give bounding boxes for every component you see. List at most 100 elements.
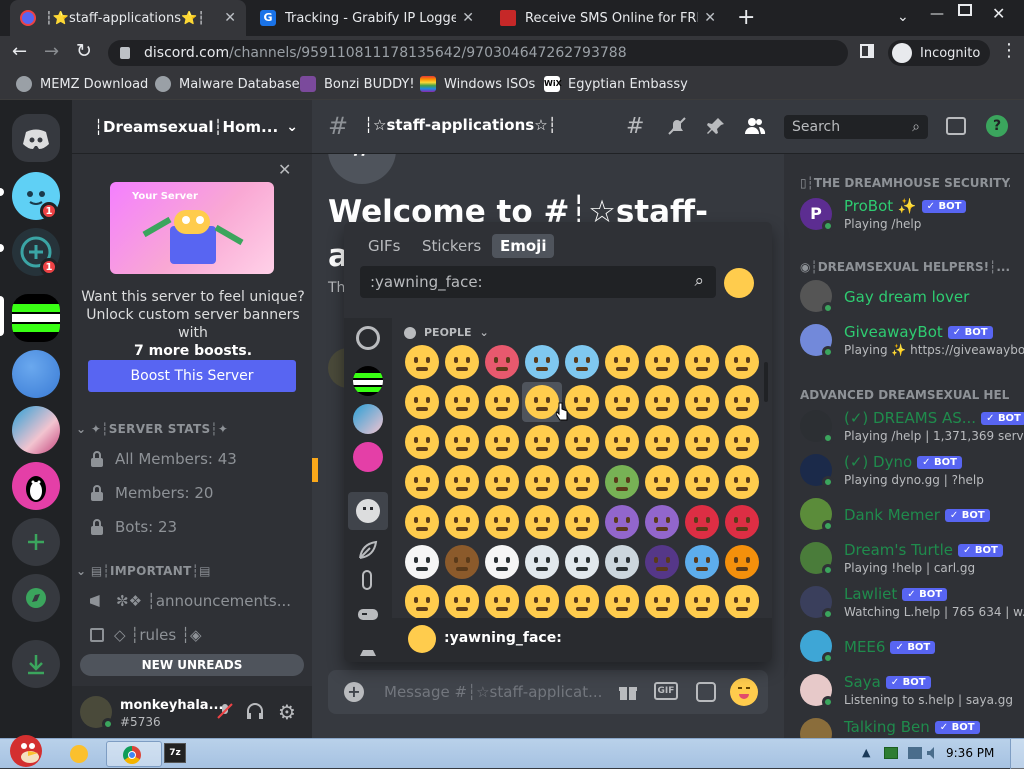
emoji-cell[interactable] [722, 462, 762, 502]
close-icon[interactable]: ✕ [278, 160, 291, 179]
taskbar-chrome-button[interactable] [106, 741, 162, 767]
emoji-cell[interactable] [642, 502, 682, 542]
emoji-cell[interactable] [642, 542, 682, 582]
taskbar-7zip-icon[interactable]: 7z [164, 743, 186, 763]
emoji-search-input[interactable]: :yawning_face: ⌕ [360, 266, 716, 298]
emoji-cell[interactable] [522, 502, 562, 542]
settings-gear-icon[interactable]: ⚙ [278, 700, 296, 724]
emoji-cell[interactable] [442, 462, 482, 502]
emoji-cell[interactable] [722, 542, 762, 582]
emoji-cell[interactable] [602, 342, 642, 382]
start-angry-bird-icon[interactable] [4, 729, 46, 769]
emoji-cell[interactable] [562, 382, 602, 422]
discord-home-icon[interactable] [12, 114, 60, 162]
people-smiley-icon[interactable] [356, 499, 380, 523]
tray-volume-icon[interactable] [926, 746, 940, 760]
emoji-button-icon[interactable] [730, 678, 758, 706]
travel-icon[interactable] [356, 636, 380, 660]
bookmark-item[interactable]: WiX Egyptian Embassy [544, 76, 688, 92]
emoji-cell[interactable] [722, 422, 762, 462]
emoji-cell[interactable] [442, 422, 482, 462]
member-item[interactable]: (✓) Dyno ✓ BOT Playing dyno.gg | ?help [800, 448, 1024, 492]
help-icon[interactable]: ? [986, 115, 1008, 137]
server-anime-avatar-icon[interactable] [12, 406, 60, 454]
stat-channel[interactable]: Members: 20 [90, 484, 213, 502]
incognito-badge[interactable]: Incognito [888, 40, 991, 66]
gift-icon[interactable] [618, 682, 638, 702]
channel-announcements[interactable]: ✼❖ ┆announcements... [90, 592, 291, 610]
tray-expand-icon[interactable]: ▲ [862, 746, 870, 759]
emoji-cell[interactable] [682, 462, 722, 502]
side-panel-icon[interactable] [860, 44, 874, 58]
stat-channel[interactable]: Bots: 23 [90, 518, 177, 536]
omnibox[interactable]: discord.com/channels/959110811178135642/… [108, 40, 848, 66]
download-apps-icon[interactable] [12, 640, 60, 688]
close-tab-icon[interactable]: ✕ [704, 10, 716, 26]
emoji-cell[interactable] [602, 382, 642, 422]
server-dreamsexual-icon[interactable] [12, 294, 60, 342]
emoji-cell[interactable] [402, 342, 442, 382]
server-penguin-emoji-icon[interactable] [353, 442, 383, 472]
emoji-cell[interactable] [482, 462, 522, 502]
browser-menu-icon[interactable]: ⋮ [1000, 40, 1018, 61]
emoji-cell[interactable] [562, 582, 602, 622]
tab-emoji[interactable]: Emoji [492, 234, 555, 258]
bookmark-item[interactable]: Windows ISOs [420, 76, 535, 92]
server-anime-emoji-icon[interactable] [353, 404, 383, 434]
emoji-cell[interactable] [722, 342, 762, 382]
member-item[interactable]: Dream's Turtle ✓ BOT Playing !help | carl… [800, 536, 1024, 580]
inbox-icon[interactable] [946, 117, 966, 135]
mute-mic-icon[interactable] [216, 702, 234, 720]
emoji-cell[interactable] [682, 422, 722, 462]
close-tab-icon[interactable]: ✕ [224, 10, 236, 26]
emoji-cell[interactable] [682, 382, 722, 422]
stat-channel[interactable]: All Members: 43 [90, 450, 237, 468]
tab-gifs[interactable]: GIFs [360, 234, 409, 258]
emoji-cell[interactable] [562, 422, 602, 462]
reload-icon[interactable]: ↻ [76, 40, 92, 62]
emoji-cell[interactable] [442, 542, 482, 582]
member-list-icon[interactable] [744, 116, 766, 136]
emoji-cell[interactable] [642, 382, 682, 422]
channel-rules[interactable]: ◇ ┆rules ┆◈ [90, 626, 202, 644]
emoji-category-header[interactable]: PEOPLE ⌄ [404, 326, 489, 339]
emoji-cell[interactable] [602, 502, 642, 542]
headphones-icon[interactable] [246, 702, 264, 720]
emoji-cell[interactable] [682, 582, 722, 622]
emoji-cell[interactable] [402, 542, 442, 582]
emoji-cell[interactable] [562, 542, 602, 582]
gif-button[interactable]: GIF [654, 682, 678, 700]
minimize-icon[interactable]: — [930, 6, 944, 22]
emoji-cell[interactable] [642, 582, 682, 622]
emoji-cell[interactable] [442, 342, 482, 382]
taskbar-explorer-icon[interactable] [70, 745, 88, 763]
food-icon[interactable] [362, 570, 372, 590]
emoji-cell[interactable] [642, 422, 682, 462]
emoji-cell[interactable] [402, 422, 442, 462]
emoji-cell[interactable] [482, 542, 522, 582]
emoji-cell[interactable] [482, 422, 522, 462]
activity-gamepad-icon[interactable] [356, 602, 380, 626]
server-penguin-icon[interactable] [12, 462, 60, 510]
browser-tab[interactable]: Receive SMS Online for FREE | ✕ [490, 0, 726, 36]
emoji-cell[interactable] [442, 502, 482, 542]
emoji-cell[interactable] [722, 582, 762, 622]
emoji-cell[interactable] [522, 582, 562, 622]
browser-tab-active[interactable]: ┆⭐staff-applications⭐┆ ✕ [10, 0, 246, 36]
explore-compass-icon[interactable] [12, 574, 60, 622]
bookmark-item[interactable]: MEMZ Download [16, 76, 148, 92]
sticker-icon[interactable] [696, 682, 716, 702]
nature-leaf-icon[interactable] [356, 538, 380, 562]
message-composer[interactable]: + Message #┆☆staff-applicat... GIF [328, 670, 768, 714]
category-server-stats[interactable]: ⌄ ✦┆SERVER STATS┆✦ [76, 422, 228, 436]
new-tab-button[interactable]: + [737, 5, 755, 30]
emoji-cell[interactable] [562, 502, 602, 542]
tab-stickers[interactable]: Stickers [414, 234, 489, 258]
member-item[interactable]: (✓) DREAMS AS... ✓ BOT Playing /help | 1,… [800, 404, 1024, 448]
emoji-cell[interactable] [602, 582, 642, 622]
emoji-cell[interactable] [402, 382, 442, 422]
emoji-cell[interactable] [602, 542, 642, 582]
search-box[interactable]: Search ⌕ [784, 115, 928, 139]
emoji-cell[interactable] [562, 462, 602, 502]
close-tab-icon[interactable]: ✕ [462, 10, 474, 26]
